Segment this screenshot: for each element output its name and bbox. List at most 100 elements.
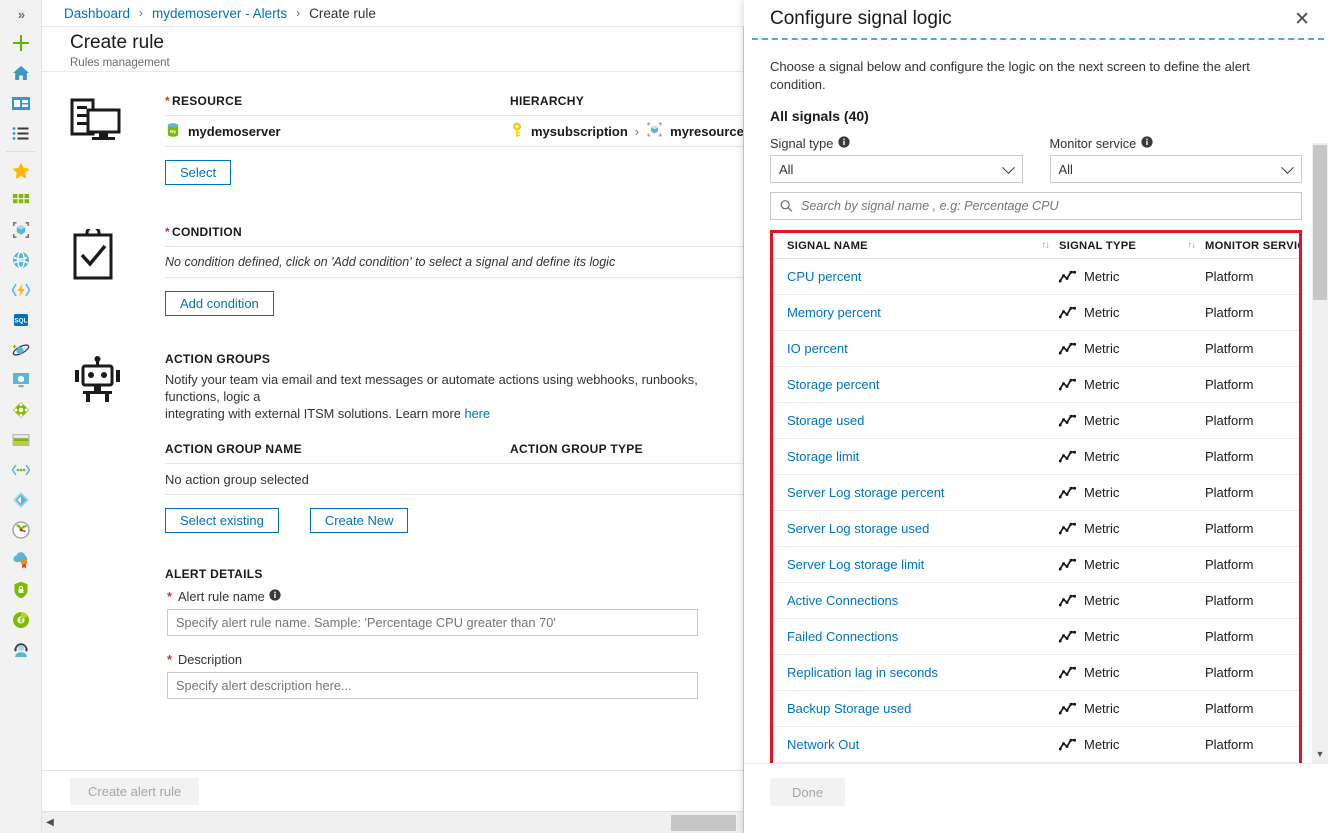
signal-type-value: Metric (1084, 701, 1120, 716)
signal-name-link[interactable]: Active Connections (787, 593, 1059, 608)
column-header-monitor-service[interactable]: MONITOR SERVICE ↑↓ (1205, 240, 1299, 252)
column-header-signal-name[interactable]: SIGNAL NAME ↑↓ (787, 240, 1059, 252)
description-input[interactable] (167, 672, 698, 699)
signal-name-link[interactable]: Backup Storage used (787, 701, 1059, 716)
signal-name-link[interactable]: Server Log storage percent (787, 485, 1059, 500)
learn-more-link[interactable]: here (464, 406, 490, 421)
mysql-server-icon: My (165, 122, 181, 141)
signal-type-cell: Metric (1059, 305, 1205, 320)
table-row[interactable]: Backup Storage used Metric Platform (773, 691, 1299, 727)
resource-name: mydemoserver (188, 123, 281, 139)
breadcrumb-item-dashboard[interactable]: Dashboard (64, 6, 130, 21)
vertical-scrollbar-thumb[interactable] (1313, 145, 1327, 300)
signal-name-link[interactable]: Failed Connections (787, 629, 1059, 644)
signal-name-link[interactable]: CPU percent (787, 269, 1059, 284)
table-row[interactable]: Network Out Metric Platform (773, 727, 1299, 763)
table-row[interactable]: Server Log storage percent Metric Platform (773, 475, 1299, 511)
table-row[interactable]: Storage percent Metric Platform (773, 367, 1299, 403)
help-support-icon[interactable] (0, 635, 41, 665)
horizontal-scrollbar-thumb[interactable] (671, 815, 736, 831)
panel-intro-text: Choose a signal below and configure the … (770, 59, 1250, 92)
virtual-machines-icon[interactable] (0, 365, 41, 395)
expand-sidebar-chevron-icon[interactable]: » (0, 0, 41, 28)
alert-rule-name-label-row: * Alert rule name (167, 589, 743, 604)
signal-type-value: Metric (1084, 449, 1120, 464)
table-row[interactable]: Storage limit Metric Platform (773, 439, 1299, 475)
monitor-service-cell: Platform (1205, 521, 1254, 536)
metric-chart-icon (1059, 270, 1076, 283)
create-new-action-group-button[interactable]: Create New (309, 508, 409, 533)
favorites-star-icon[interactable] (0, 155, 41, 185)
table-row[interactable]: Replication lag in seconds Metric Platform (773, 655, 1299, 691)
signals-vertical-scrollbar[interactable]: ▼ (1312, 143, 1328, 783)
info-icon[interactable] (269, 589, 281, 604)
monitor-service-cell: Platform (1205, 593, 1254, 608)
table-row[interactable]: Active Connections Metric Platform (773, 583, 1299, 619)
signal-name-link[interactable]: Server Log storage limit (787, 557, 1059, 572)
filters-row: Signal type All Monitor service All (770, 136, 1302, 183)
table-row[interactable]: CPU percent Metric Platform (773, 259, 1299, 295)
search-signal-input[interactable]: Search by signal name , e.g: Percentage … (770, 192, 1302, 220)
monitor-service-select[interactable]: All (1049, 155, 1302, 183)
table-row[interactable]: Storage used Metric Platform (773, 403, 1299, 439)
security-center-icon[interactable] (0, 575, 41, 605)
home-icon[interactable] (0, 58, 41, 88)
signal-name-link[interactable]: Memory percent (787, 305, 1059, 320)
select-resource-button[interactable]: Select (165, 160, 232, 185)
app-services-icon[interactable] (0, 245, 41, 275)
table-row[interactable]: Memory percent Metric Platform (773, 295, 1299, 331)
all-resources-grid-icon[interactable] (0, 185, 41, 215)
signals-table-highlight-box: SIGNAL NAME ↑↓ SIGNAL TYPE ↑↓ MONITOR SE… (770, 230, 1302, 805)
signal-name-link[interactable]: Replication lag in seconds (787, 665, 1059, 680)
all-services-icon[interactable] (0, 118, 41, 148)
virtual-networks-icon[interactable] (0, 455, 41, 485)
resource-row: My mydemoserver mysubscription › myresou… (165, 115, 743, 147)
signal-type-value: Metric (1084, 557, 1120, 572)
signal-type-filter: Signal type All (770, 136, 1023, 183)
signal-name-link[interactable]: IO percent (787, 341, 1059, 356)
dashboard-icon[interactable] (0, 88, 41, 118)
azure-active-directory-icon[interactable] (0, 485, 41, 515)
signal-type-cell: Metric (1059, 341, 1205, 356)
horizontal-scrollbar[interactable]: ◀ (42, 811, 743, 833)
breadcrumb-item-alerts[interactable]: mydemoserver - Alerts (152, 6, 287, 21)
monitor-service-cell: Platform (1205, 377, 1254, 392)
cost-management-icon[interactable]: $ (0, 605, 41, 635)
resource-groups-icon[interactable] (0, 215, 41, 245)
alert-rule-name-input[interactable] (167, 609, 698, 636)
table-row[interactable]: IO percent Metric Platform (773, 331, 1299, 367)
table-row[interactable]: Failed Connections Metric Platform (773, 619, 1299, 655)
function-apps-icon[interactable] (0, 275, 41, 305)
done-button[interactable]: Done (770, 778, 846, 806)
storage-accounts-icon[interactable] (0, 425, 41, 455)
sort-icon[interactable]: ↑↓ (1042, 240, 1050, 251)
info-icon[interactable] (1141, 136, 1153, 151)
add-condition-button[interactable]: Add condition (165, 291, 274, 316)
scroll-left-arrow-icon[interactable]: ◀ (44, 816, 56, 830)
create-alert-rule-button[interactable]: Create alert rule (70, 777, 200, 805)
scroll-down-arrow-icon[interactable]: ▼ (1312, 747, 1328, 761)
select-existing-action-group-button[interactable]: Select existing (165, 508, 279, 533)
info-icon[interactable] (838, 136, 850, 151)
advisor-icon[interactable] (0, 545, 41, 575)
signal-name-link[interactable]: Server Log storage used (787, 521, 1059, 536)
table-row[interactable]: Server Log storage limit Metric Platform (773, 547, 1299, 583)
signal-name-link[interactable]: Network Out (787, 737, 1059, 752)
signal-name-link[interactable]: Storage percent (787, 377, 1059, 392)
required-asterisk: * (165, 94, 170, 108)
signal-name-link[interactable]: Storage used (787, 413, 1059, 428)
create-resource-icon[interactable] (0, 28, 41, 58)
panel-footer: Done (744, 763, 1328, 833)
sort-icon[interactable]: ↑↓ (1188, 240, 1196, 251)
breadcrumb-item-current: Create rule (309, 5, 376, 21)
sql-databases-icon[interactable]: SQL (0, 305, 41, 335)
monitor-icon[interactable] (0, 515, 41, 545)
close-icon[interactable]: ✕ (1290, 8, 1314, 31)
signal-name-link[interactable]: Storage limit (787, 449, 1059, 464)
table-row[interactable]: Server Log storage used Metric Platform (773, 511, 1299, 547)
load-balancers-icon[interactable] (0, 395, 41, 425)
signal-type-select[interactable]: All (770, 155, 1023, 183)
signals-table-header-row: SIGNAL NAME ↑↓ SIGNAL TYPE ↑↓ MONITOR SE… (773, 233, 1299, 259)
column-header-signal-type[interactable]: SIGNAL TYPE ↑↓ (1059, 240, 1205, 252)
azure-cosmos-db-icon[interactable] (0, 335, 41, 365)
